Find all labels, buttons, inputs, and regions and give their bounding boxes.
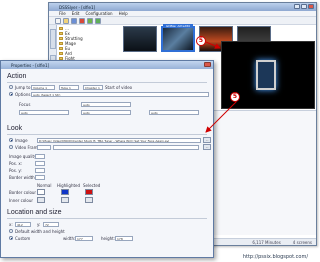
video-thumbnail-selected[interactable]: GDBler Alfred80 [161,24,195,52]
folder-icon [59,52,63,55]
folder-icon [59,27,63,30]
custom-size-radio[interactable] [9,236,13,240]
pos-y-field[interactable] [35,168,45,173]
location-section-title: Location and size [7,209,62,216]
save-icon[interactable] [71,17,77,24]
y-field[interactable]: 72 [43,222,59,227]
browse-image-button[interactable]: ... [203,137,211,143]
options-field[interactable]: auto (Select 1 Str) [31,92,209,97]
menu-edit[interactable]: Edit [72,11,80,16]
image-quality-label: Image quality [9,154,37,159]
folder-icon [59,37,63,40]
status-screens: 4 screens [292,239,312,245]
pos-x-field[interactable] [35,161,45,166]
default-size-label: Default width and height [15,229,65,234]
normal-column-label: Normal [37,183,52,188]
jump-to-radio[interactable] [9,85,13,89]
width-field[interactable]: 177 [75,236,93,241]
menu-configuration[interactable]: Configuration [85,11,112,16]
main-window-title: DSSSlyer - [slfie1] [49,3,316,11]
image-quality-field[interactable] [35,154,45,159]
new-icon[interactable] [55,17,61,24]
custom-size-label: Custom [15,236,31,241]
folder-icon [59,47,63,50]
focus-label: Focus [19,102,31,107]
divider [7,134,207,135]
x-field[interactable]: 412 [15,222,31,227]
inner-normal-swatch[interactable] [37,197,45,203]
options-radio[interactable] [9,92,13,96]
options-label: Options [15,92,31,97]
y-label: y: [37,222,41,227]
audio-select[interactable]: auto [81,110,131,115]
video-frame-field[interactable] [37,145,51,150]
folder-icon [59,32,63,35]
inner-colour-label: Inner colour [9,198,34,203]
divider [7,82,207,83]
border-selected-swatch[interactable] [85,189,93,195]
pos-y-label: Pos. y: [9,168,22,173]
maximize-button[interactable] [301,4,307,9]
width-label: width: [63,236,76,241]
look-section-title: Look [7,125,23,132]
subtitle-select[interactable]: auto [149,110,199,115]
preview-button-image[interactable] [256,60,276,90]
default-size-radio[interactable] [9,229,13,233]
border-width-label: Border width [9,175,35,180]
open-icon[interactable] [63,17,69,24]
height-label: height: [101,236,116,241]
focus-select[interactable]: auto [81,102,131,107]
inner-highlighted-swatch[interactable] [61,197,69,203]
selected-column-label: Selected [83,183,101,188]
jump-volume-select[interactable]: Volume 1 [31,85,55,90]
divider [7,218,207,219]
border-normal-swatch[interactable] [37,189,45,195]
image-label: Image [15,138,28,143]
jump-to-label: Jump to [15,85,31,90]
delete-icon[interactable] [79,17,85,24]
footer-url: http://pssix.blogspot.com/ [242,254,308,260]
close-button[interactable] [308,4,314,9]
properties-dialog: Properties - [slfie1] Action Jump to Vol… [0,60,214,258]
add-menu-icon[interactable] [95,17,101,24]
step-badge-top: 5 [196,36,206,46]
thumbnail-label: GDBler Alfred80 [163,24,193,28]
x-label: x: [9,222,13,227]
dialog-title: Properties - [slfie1] [1,61,213,69]
add-icon[interactable] [87,17,93,24]
image-path-field[interactable]: D:\Music Video\MOOD\Center Stuck ft. TBA… [37,138,201,143]
inner-selected-swatch[interactable] [85,197,93,203]
file-browser-tab[interactable] [50,29,56,49]
dialog-close-button[interactable] [204,62,211,67]
window-controls [294,4,314,9]
jump-title-select[interactable]: Tube 1 [59,85,79,90]
menu-file[interactable]: File [59,11,66,16]
minimize-button[interactable] [294,4,300,9]
video-frame-radio[interactable] [9,145,13,149]
highlighted-column-label: Highlighted [57,183,81,188]
video-thumbnail[interactable] [123,26,157,52]
jump-chapter-select[interactable]: Chapter 1 [83,85,103,90]
browse-video-button[interactable]: ... [203,144,211,150]
border-width-field[interactable] [35,175,45,180]
jump-end-label: Start of video [105,85,133,90]
pos-x-label: Pos. x: [9,161,23,166]
status-duration: 6,117 Minutes [252,239,281,245]
border-highlighted-swatch[interactable] [61,189,69,195]
folder-icon [59,42,63,45]
action-section-title: Action [7,73,27,80]
border-colour-label: Border colour [9,190,37,195]
height-field[interactable]: 178 [115,236,133,241]
sub-select[interactable]: auto [19,110,69,115]
image-radio[interactable] [9,138,13,142]
menu-help[interactable]: Help [119,11,128,16]
video-frame-path-field[interactable] [53,145,199,150]
step-badge-middle: 5 [230,92,240,102]
